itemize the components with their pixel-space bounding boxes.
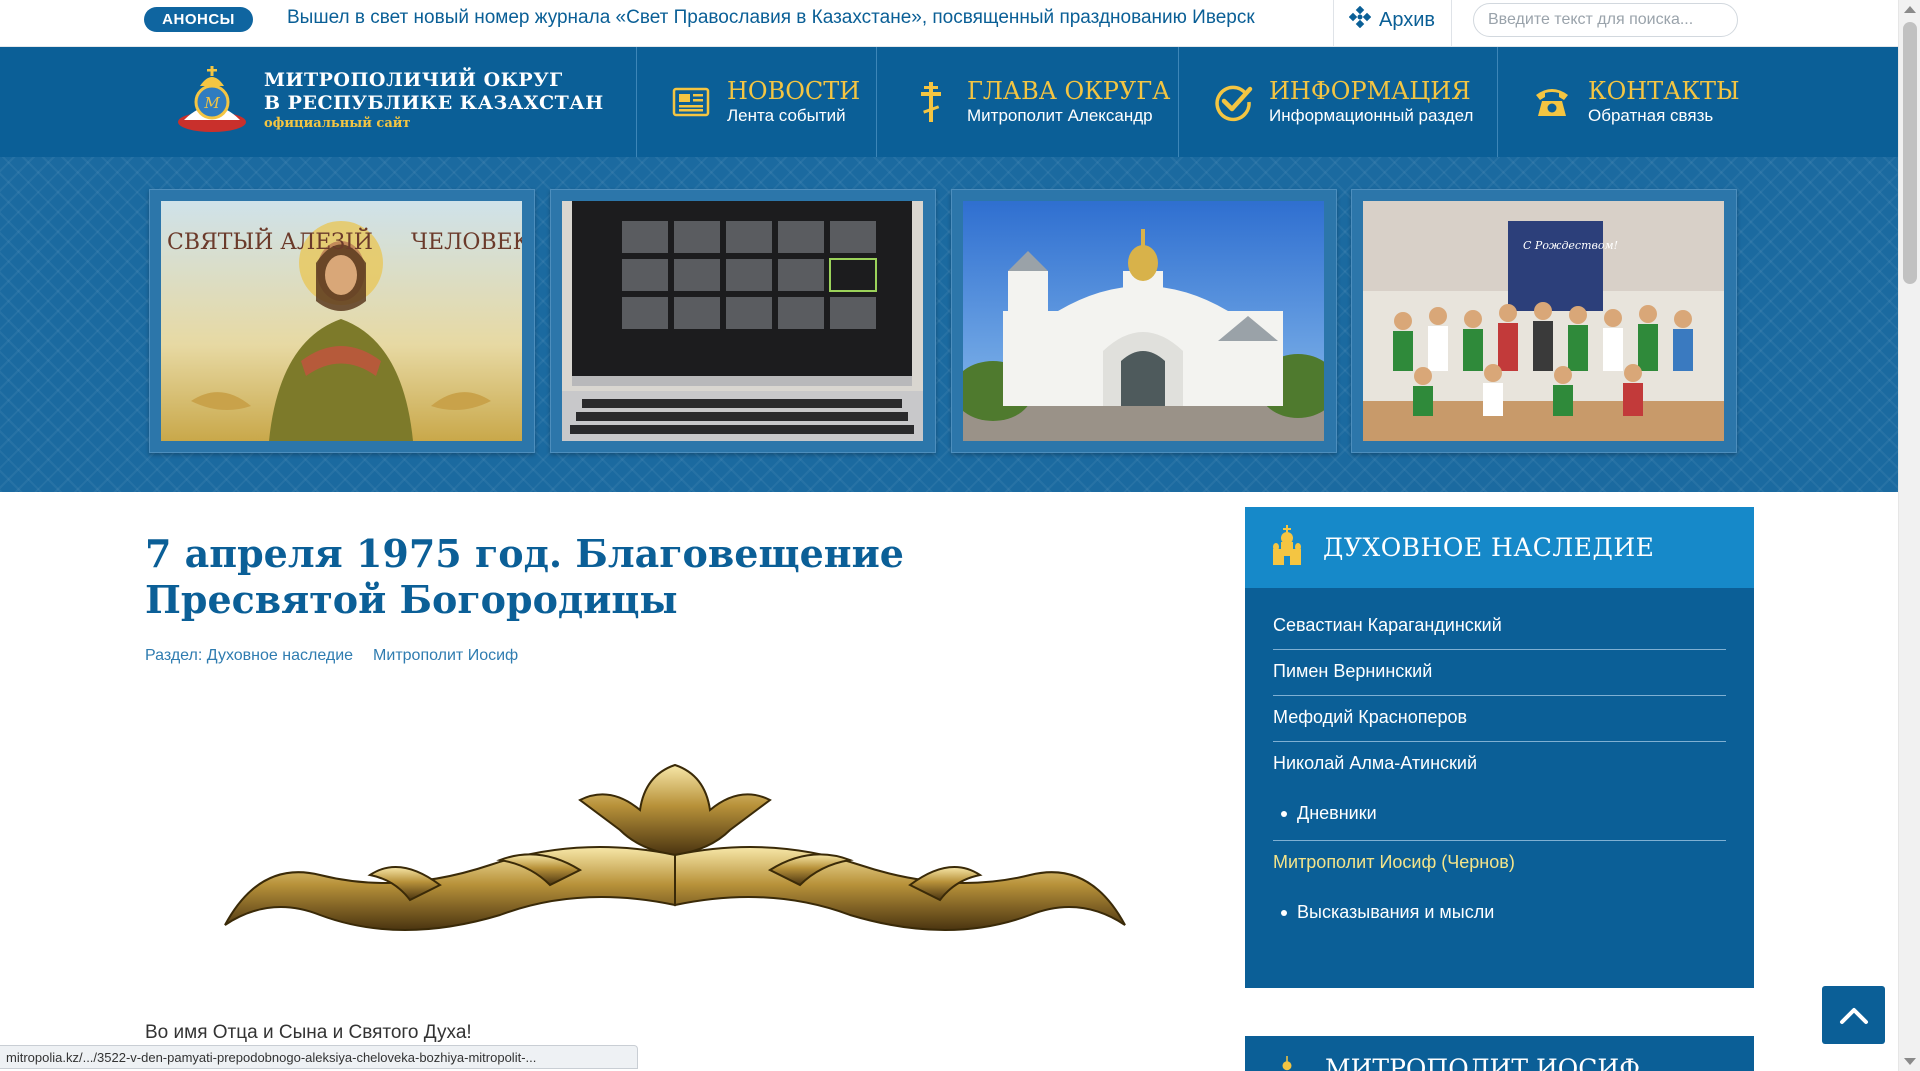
logo-line-1: МИТРОПОЛИЧИЙ ОКРУГ (264, 68, 563, 91)
announcement-ticker[interactable]: Вышел в свет новый номер журнала «Свет П… (287, 6, 1327, 30)
nav-info-title: ИНФОРМАЦИЯ (1269, 77, 1471, 105)
scrollbar-thumb[interactable] (1903, 22, 1917, 284)
archive-link[interactable]: Архив (1348, 5, 1436, 34)
laptop-conference-image (562, 201, 923, 441)
church-icon (1275, 1056, 1299, 1071)
sidebar-item-pimen[interactable]: Пимен Вернинский (1273, 650, 1726, 696)
nav-head-title: ГЛАВА ОКРУГА (967, 77, 1171, 105)
announcement-bar: АНОНСЫ Вышел в свет новый номер журнала … (0, 0, 1898, 47)
sidebar-item-sevastian[interactable]: Севастиан Карагандинский (1273, 604, 1726, 650)
church-image (963, 201, 1324, 441)
nav-contacts-title: КОНТАКТЫ (1588, 77, 1740, 105)
nav-info-subtitle: Информационный раздел (1269, 106, 1474, 125)
scroll-down-arrow-icon[interactable] (1904, 1058, 1916, 1065)
archive-icon (1348, 5, 1372, 34)
article-body-first-line: Во имя Отца и Сына и Святого Духа! (145, 1022, 472, 1043)
icon-caption-right: ЧЕЛОВЕКЪ БЖІЙ (411, 227, 522, 255)
article-author-link[interactable]: Митрополит Иосиф (373, 647, 518, 665)
sidebar-title: ДУХОВНОЕ НАСЛЕДИЕ (1323, 533, 1655, 562)
scroll-up-arrow-icon[interactable] (1904, 6, 1916, 13)
gold-ornament-image (224, 763, 1126, 931)
scroll-to-top-button[interactable] (1822, 986, 1885, 1044)
nav-head-of-district[interactable]: ГЛАВА ОКРУГА Митрополит Александр (876, 47, 1178, 157)
spiritual-heritage-sidebar: ДУХОВНОЕ НАСЛЕДИЕ Севастиан Карагандинск… (1245, 507, 1754, 988)
logo-line-2: В РЕСПУБЛИКЕ КАЗАХСТАН (264, 91, 604, 114)
image-banner: СВЯТЫЙ АЛЕЗІЙ ЧЕЛОВЕКЪ БЖІЙ (0, 157, 1898, 492)
sidebar-sublist-iosif: Высказывания и мысли (1273, 886, 1726, 939)
check-circle-icon (1213, 82, 1253, 122)
site-logo[interactable]: M МИТРОПОЛИЧИЙ ОКРУГ В РЕСПУБЛИКЕ КАЗАХС… (174, 62, 604, 138)
divider (1333, 0, 1334, 46)
sidebar-item-nikolai[interactable]: Николай Алма-Атинский (1273, 742, 1726, 787)
children-group-image: С Рождеством! (1363, 201, 1724, 441)
nav-information[interactable]: ИНФОРМАЦИЯ Информационный раздел (1178, 47, 1497, 157)
christmas-caption: С Рождеством! (1523, 239, 1618, 252)
newspaper-icon (671, 82, 711, 122)
saint-icon-image: СВЯТЫЙ АЛЕЗІЙ ЧЕЛОВЕКЪ БЖІЙ (161, 201, 522, 441)
divider (1451, 0, 1452, 46)
banner-thumb-video-conference[interactable] (550, 189, 936, 453)
article-section-link[interactable]: Раздел: Духовное наследие (145, 647, 353, 665)
article-title: 7 апреля 1975 год. Благовещение Пресвято… (145, 531, 904, 622)
status-bar-url: mitropolia.kz/.../3522-v-den-pamyati-pre… (0, 1045, 638, 1069)
logo-subtitle: официальный сайт (264, 115, 411, 131)
sidebar-subitem-diaries[interactable]: Дневники (1281, 803, 1726, 824)
sidebar-header: ДУХОВНОЕ НАСЛЕДИЕ (1245, 507, 1754, 588)
main-header: M МИТРОПОЛИЧИЙ ОКРУГ В РЕСПУБЛИКЕ КАЗАХС… (0, 47, 1898, 157)
nav-news-subtitle: Лента событий (727, 106, 846, 125)
banner-thumb-church[interactable] (951, 189, 1337, 453)
metropolitan-iosif-sidebar: МИТРОПОЛИТ ИОСИФ (1245, 1036, 1754, 1071)
svg-text:M: M (203, 94, 220, 112)
cross-icon (911, 82, 951, 122)
metropolitan-emblem-icon: M (178, 66, 246, 132)
article-meta: Раздел: Духовное наследие Митрополит Иос… (145, 647, 518, 665)
nav-head-subtitle: Митрополит Александр (967, 106, 1153, 125)
sidebar-subitem-sayings[interactable]: Высказывания и мысли (1281, 902, 1726, 923)
archive-label: Архив (1379, 9, 1436, 31)
page-scrollbar[interactable] (1898, 0, 1920, 1071)
nav-news[interactable]: НОВОСТИ Лента событий (636, 47, 876, 157)
nav-contacts-subtitle: Обратная связь (1588, 106, 1714, 125)
chevron-up-icon (1839, 1008, 1868, 1024)
sidebar-item-mefodiy[interactable]: Мефодий Красноперов (1273, 696, 1726, 742)
banner-thumb-christmas[interactable]: С Рождеством! (1351, 189, 1737, 453)
banner-thumb-saint-alexius[interactable]: СВЯТЫЙ АЛЕЗІЙ ЧЕЛОВЕКЪ БЖІЙ (149, 189, 535, 453)
icon-caption-left: СВЯТЫЙ АЛЕЗІЙ (167, 227, 373, 255)
announcements-badge[interactable]: АНОНСЫ (144, 7, 253, 32)
phone-icon (1532, 82, 1572, 122)
nav-news-title: НОВОСТИ (727, 77, 861, 105)
search-input[interactable] (1473, 3, 1738, 37)
sidebar-sublist-nikolai: Дневники (1273, 787, 1726, 841)
nav-contacts[interactable]: КОНТАКТЫ Обратная связь (1497, 47, 1898, 157)
sidebar2-title: МИТРОПОЛИТ ИОСИФ (1325, 1054, 1640, 1071)
church-icon (1271, 525, 1303, 570)
sidebar-item-iosif-active[interactable]: Митрополит Иосиф (Чернов) (1273, 841, 1726, 886)
sidebar-list: Севастиан Карагандинский Пимен Вернински… (1245, 604, 1754, 939)
